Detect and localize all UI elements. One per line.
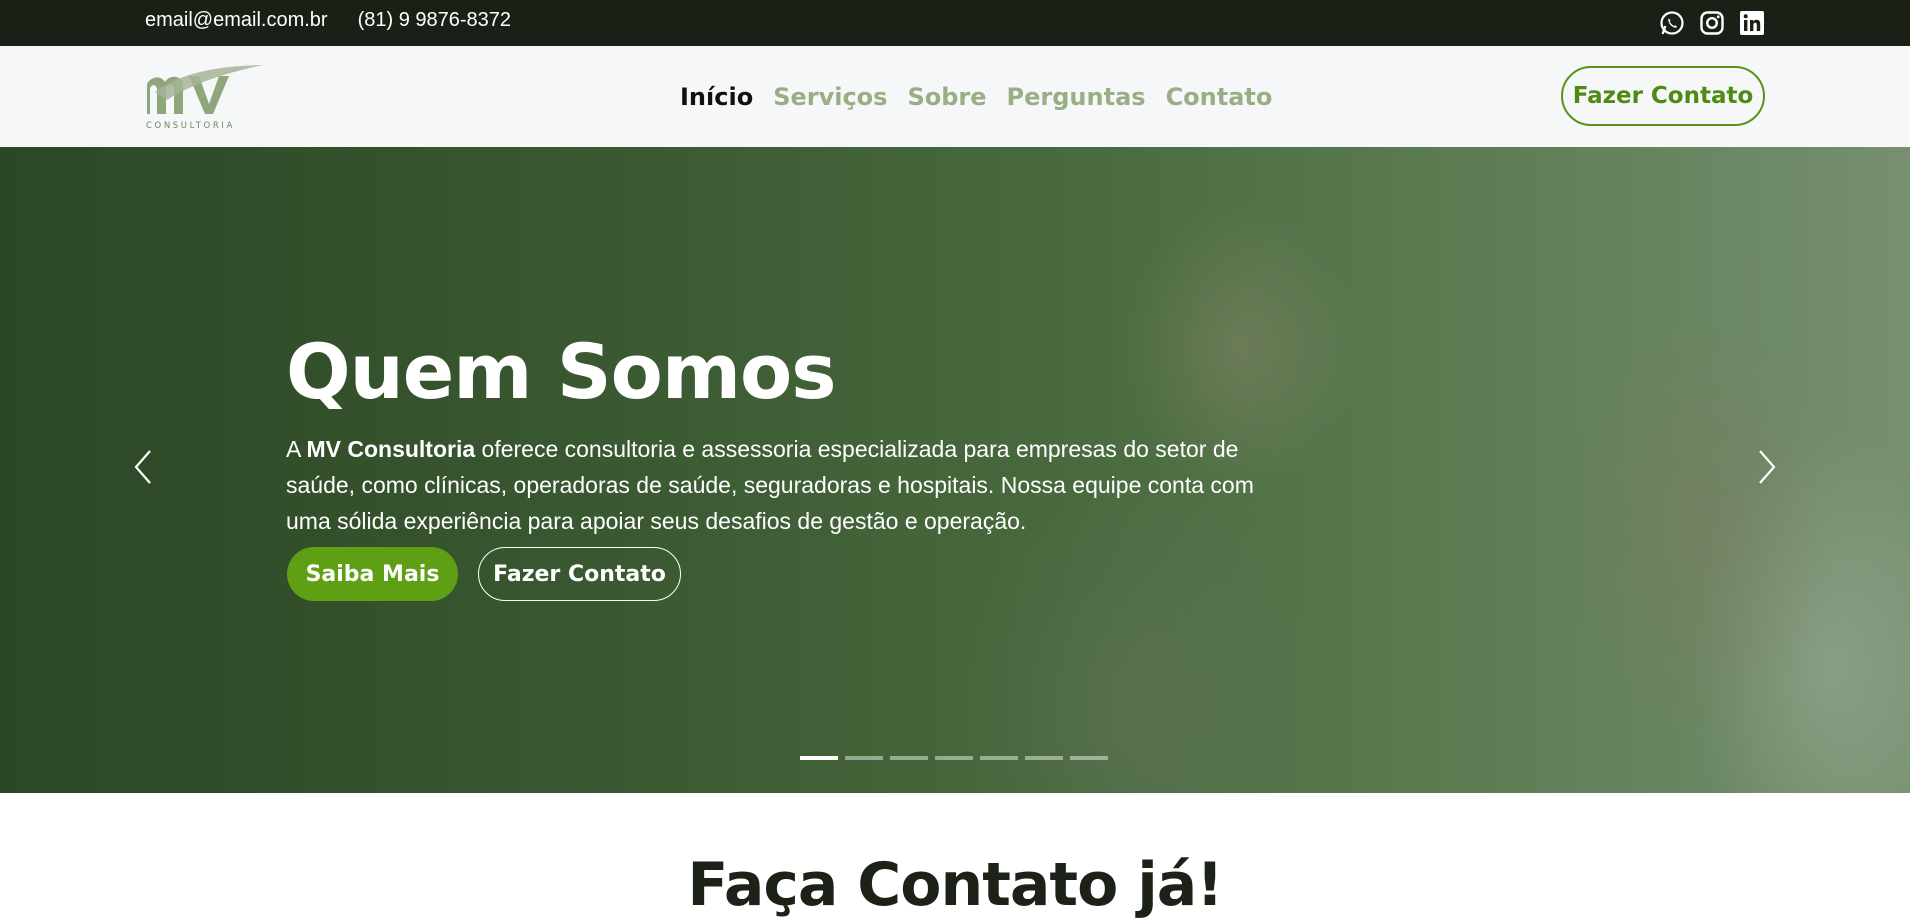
hero-title: Quem Somos	[286, 327, 836, 416]
learn-more-button[interactable]: Saiba Mais	[287, 547, 458, 601]
carousel-indicator-1[interactable]	[800, 756, 838, 760]
carousel-indicator-6[interactable]	[1025, 756, 1063, 760]
carousel-indicator-5[interactable]	[980, 756, 1018, 760]
top-bar: email@email.com.br (81) 9 9876-8372	[0, 0, 1910, 46]
nav-item-sobre[interactable]: Sobre	[907, 83, 986, 111]
carousel-indicator-3[interactable]	[890, 756, 928, 760]
nav-item-perguntas[interactable]: Perguntas	[1007, 83, 1146, 111]
linkedin-icon[interactable]	[1739, 10, 1765, 36]
logo-subtitle: CONSULTORIA	[146, 121, 235, 130]
topbar-contact: email@email.com.br (81) 9 9876-8372	[145, 0, 511, 40]
nav-item-contato[interactable]: Contato	[1166, 83, 1273, 111]
hero-brand-name: MV Consultoria	[306, 436, 476, 462]
site-header: CONSULTORIA Início Serviços Sobre Pergun…	[0, 46, 1910, 147]
hero-description: A MV Consultoria oferece consultoria e a…	[286, 431, 1286, 539]
hero-contact-button[interactable]: Fazer Contato	[478, 547, 681, 601]
brand-logo[interactable]: CONSULTORIA	[145, 62, 263, 131]
nav-item-inicio[interactable]: Início	[680, 83, 753, 111]
hero-carousel: Quem Somos A MV Consultoria oferece cons…	[0, 147, 1910, 793]
carousel-prev-arrow-icon[interactable]	[132, 447, 156, 487]
carousel-indicator-2[interactable]	[845, 756, 883, 760]
carousel-indicator-7[interactable]	[1070, 756, 1108, 760]
whatsapp-icon[interactable]	[1659, 10, 1685, 36]
email-link[interactable]: email@email.com.br	[145, 9, 328, 32]
phone-link[interactable]: (81) 9 9876-8372	[358, 9, 511, 32]
contact-section-title: Faça Contato já!	[687, 850, 1223, 920]
main-nav: Início Serviços Sobre Perguntas Contato	[680, 46, 1272, 147]
header-contact-button[interactable]: Fazer Contato	[1561, 66, 1765, 126]
social-links	[1659, 10, 1765, 36]
carousel-next-arrow-icon[interactable]	[1754, 447, 1778, 487]
nav-item-servicos[interactable]: Serviços	[773, 83, 887, 111]
instagram-icon[interactable]	[1699, 10, 1725, 36]
carousel-indicator-4[interactable]	[935, 756, 973, 760]
carousel-indicators	[800, 756, 1108, 760]
hero-text-prefix: A	[286, 436, 307, 462]
